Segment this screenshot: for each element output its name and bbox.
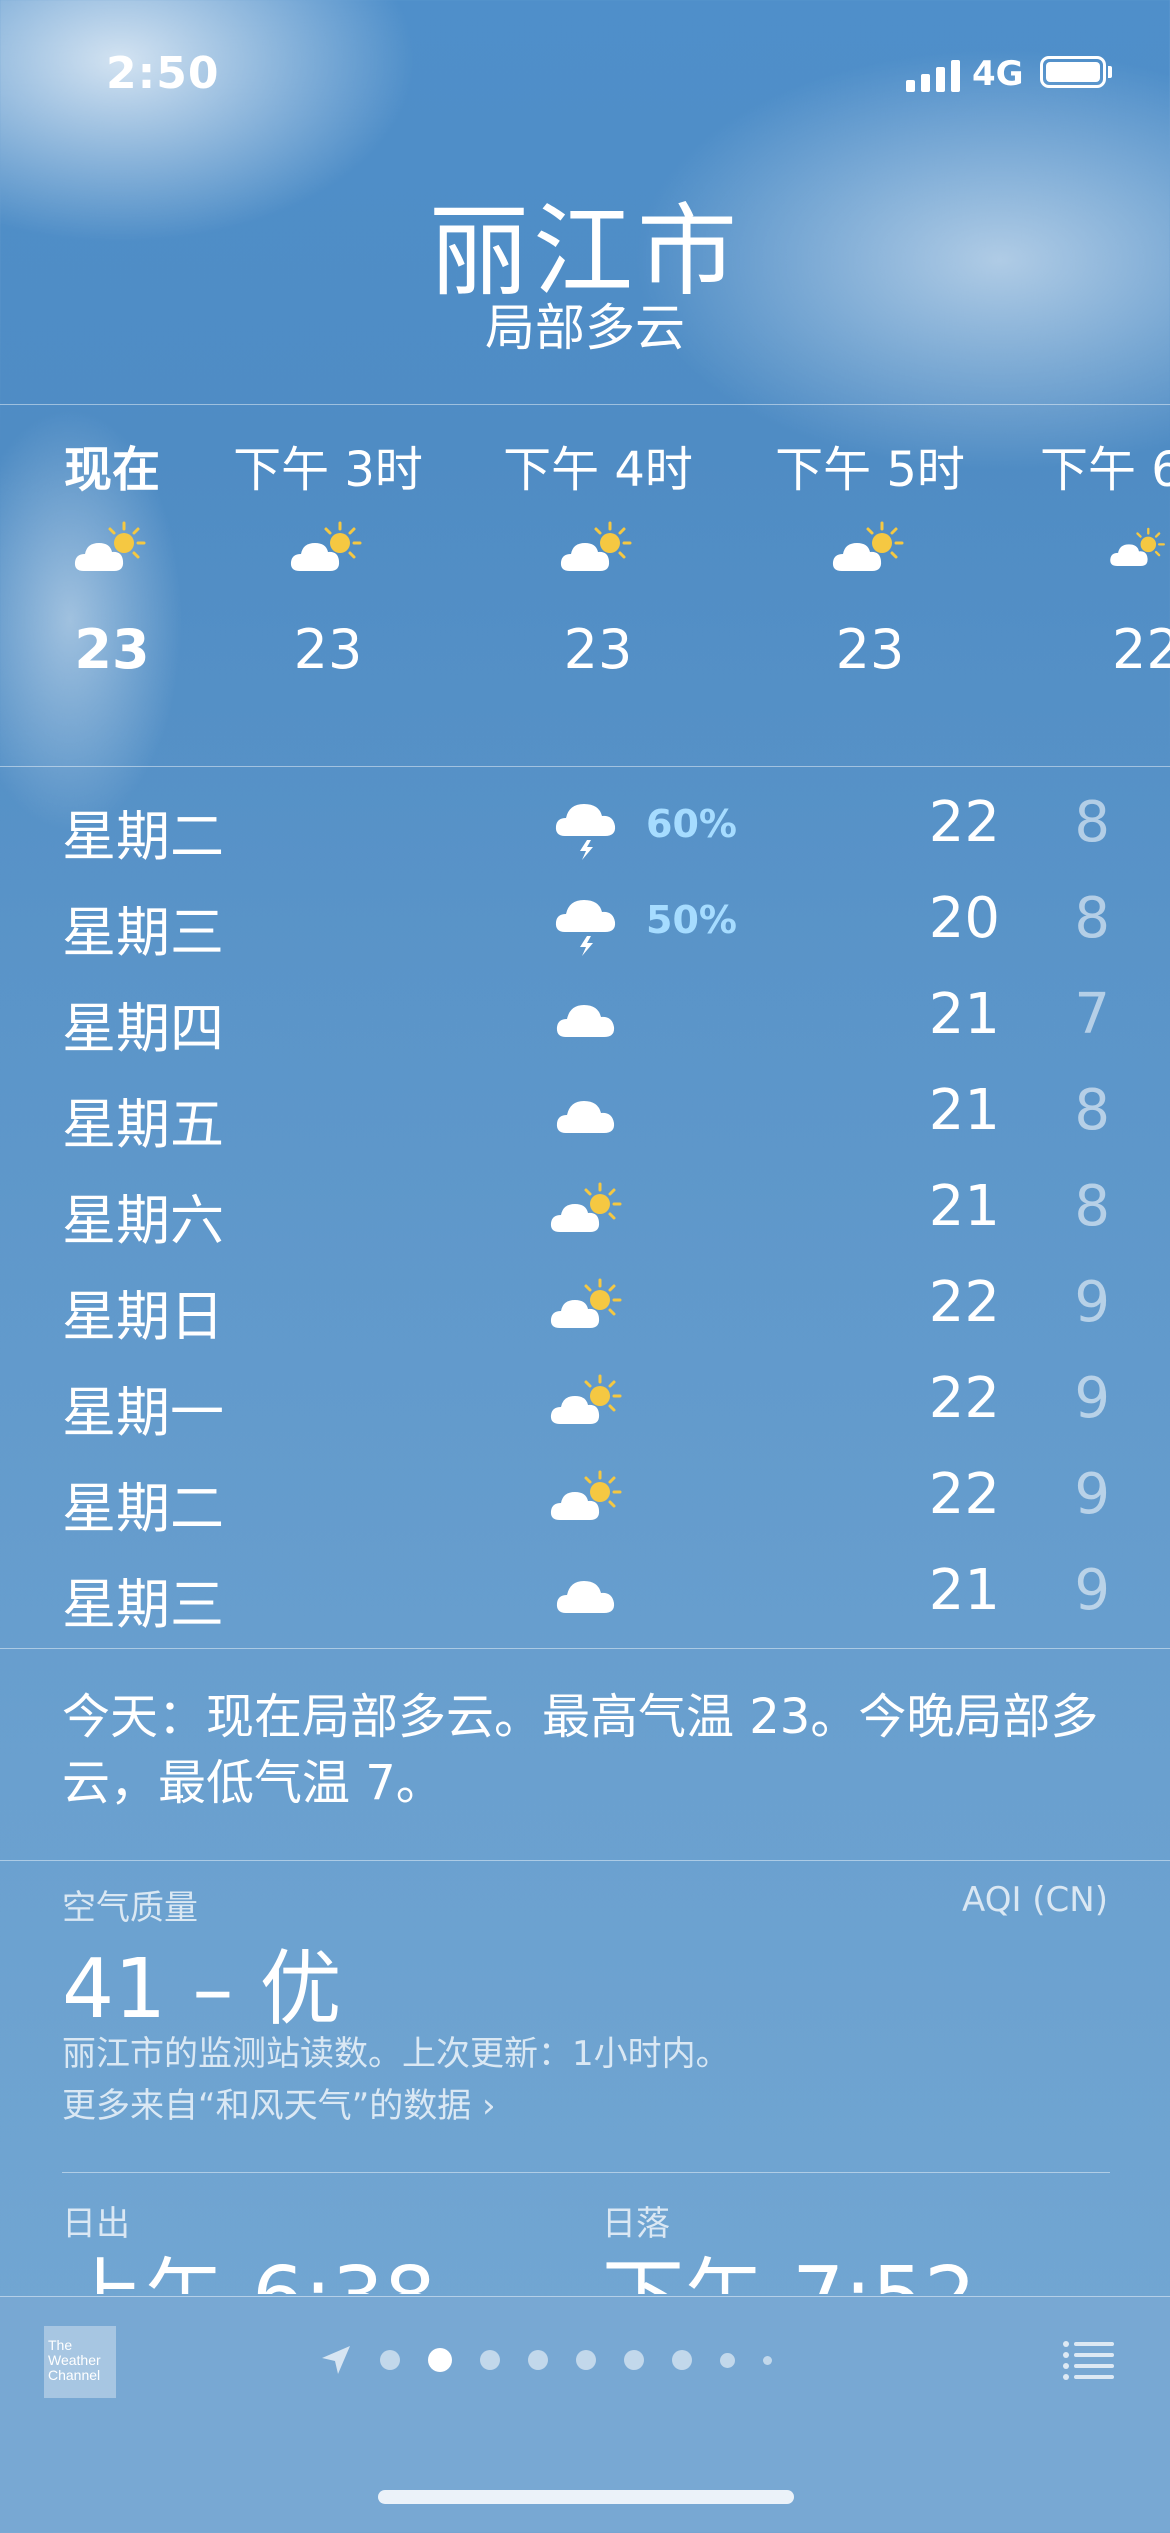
list-icon[interactable] — [1062, 2340, 1114, 2380]
network-type: 4G — [972, 54, 1024, 94]
high-temp: 21 — [928, 1174, 1000, 1239]
sunrise-time: 上午 6:38 — [62, 2230, 436, 2294]
low-temp: 9 — [1074, 1270, 1110, 1335]
cloud-icon — [548, 978, 628, 1058]
aqi-more-data-link[interactable]: 更多来自“和风天气”的数据 › — [62, 2078, 496, 2127]
page-dot[interactable] — [624, 2350, 644, 2370]
aqi-standard: AQI (CN) — [962, 1880, 1108, 1920]
high-temp: 22 — [928, 1270, 1000, 1335]
current-condition: 局部多云 — [485, 299, 685, 357]
page-dot[interactable] — [480, 2350, 500, 2370]
battery-tip — [1108, 66, 1112, 78]
weather-channel-logo[interactable]: The Weather Channel — [44, 2326, 116, 2398]
cloud-icon — [548, 1074, 628, 1154]
partly-sunny-icon — [12, 494, 212, 604]
aqi-value: 41 – 优 — [62, 1942, 342, 2037]
partly-sunny-icon — [498, 494, 698, 604]
low-temp: 8 — [1074, 1078, 1110, 1143]
page-dot[interactable] — [380, 2350, 400, 2370]
battery-icon — [1040, 56, 1106, 88]
day-name: 星期二 — [62, 805, 224, 868]
day-name: 星期六 — [62, 1189, 224, 1252]
hour-temp: 23 — [293, 618, 363, 681]
divider — [62, 2172, 1110, 2173]
partly-sunny-icon — [548, 1170, 628, 1250]
high-temp: 22 — [928, 1366, 1000, 1431]
page-dot-active[interactable] — [428, 2348, 452, 2372]
precip-chance: 60% — [646, 802, 737, 846]
partly-sunny-icon — [770, 494, 970, 604]
status-time: 2:50 — [106, 48, 220, 99]
daily-row: 星期四 21 7 — [0, 970, 1170, 1066]
hour-label: 下午 6时 — [1040, 442, 1170, 498]
partly-sunny-icon — [548, 1362, 628, 1442]
location-arrow-icon — [322, 2346, 350, 2374]
hour-temp: 22 — [1112, 618, 1170, 681]
hourly-item: 下午 3时 23 — [228, 430, 428, 681]
high-temp: 22 — [928, 1462, 1000, 1527]
divider — [0, 1860, 1170, 1861]
day-name: 星期五 — [62, 1093, 224, 1156]
cloud-icon — [548, 1554, 628, 1634]
high-temp: 22 — [928, 790, 1000, 855]
hourly-item: 下午 6时 22 — [1040, 430, 1170, 681]
page-dot[interactable] — [576, 2350, 596, 2370]
daily-row: 星期二 22 9 — [0, 1450, 1170, 1546]
cellular-signal-icon — [906, 58, 962, 92]
high-temp: 21 — [928, 982, 1000, 1047]
day-name: 星期三 — [62, 1573, 224, 1636]
divider — [0, 1648, 1170, 1649]
low-temp: 7 — [1074, 982, 1110, 1047]
page-dot[interactable] — [672, 2350, 692, 2370]
partly-sunny-icon — [548, 1266, 628, 1346]
hourly-item: 现在 23 — [12, 430, 212, 681]
hour-label: 下午 3时 — [233, 442, 423, 498]
day-name: 星期二 — [62, 1477, 224, 1540]
hour-temp: 23 — [835, 618, 905, 681]
divider — [0, 766, 1170, 767]
page-dot[interactable] — [528, 2350, 548, 2370]
partly-sunny-icon — [548, 1458, 628, 1538]
high-temp: 20 — [928, 886, 1000, 951]
thunderstorm-icon — [548, 882, 628, 962]
home-indicator[interactable] — [378, 2490, 794, 2504]
day-name: 星期四 — [62, 997, 224, 1060]
high-temp: 21 — [928, 1558, 1000, 1623]
page-dot[interactable] — [720, 2352, 735, 2368]
partly-sunny-icon — [228, 494, 428, 604]
page-indicator[interactable] — [320, 2340, 772, 2380]
precip-chance: 50% — [646, 898, 737, 942]
sunset-time: 下午 7:52 — [602, 2230, 976, 2294]
divider — [0, 404, 1170, 405]
low-temp: 9 — [1074, 1366, 1110, 1431]
hour-temp: 23 — [74, 618, 150, 681]
day-name: 星期三 — [62, 901, 224, 964]
daily-row: 星期二 60% 22 8 — [0, 778, 1170, 874]
thunderstorm-icon — [548, 786, 628, 866]
day-name: 星期一 — [62, 1381, 224, 1444]
daily-row: 星期六 21 8 — [0, 1162, 1170, 1258]
day-name: 星期日 — [62, 1285, 224, 1348]
hour-label: 现在 — [63, 442, 160, 498]
today-summary: 今天：现在局部多云。最高气温 23。今晚局部多云，最低气温 7。 — [62, 1689, 1099, 1811]
hour-temp: 23 — [563, 618, 633, 681]
daily-row: 星期三 50% 20 8 — [0, 874, 1170, 970]
daily-row: 星期日 22 9 — [0, 1258, 1170, 1354]
low-temp: 9 — [1074, 1462, 1110, 1527]
daily-row: 星期三 21 9 — [0, 1546, 1170, 1642]
daily-row: 星期一 22 9 — [0, 1354, 1170, 1450]
hour-label: 下午 5时 — [775, 442, 965, 498]
page-dot[interactable] — [763, 2355, 772, 2365]
aqi-description: 丽江市的监测站读数。上次更新：1小时内。 — [62, 2034, 730, 2074]
low-temp: 8 — [1074, 886, 1110, 951]
hourly-item: 下午 5时 23 — [770, 430, 970, 681]
low-temp: 8 — [1074, 790, 1110, 855]
high-temp: 21 — [928, 1078, 1000, 1143]
daily-row: 星期五 21 8 — [0, 1066, 1170, 1162]
low-temp: 8 — [1074, 1174, 1110, 1239]
low-temp: 9 — [1074, 1558, 1110, 1623]
hour-label: 下午 4时 — [503, 442, 693, 498]
hourly-item: 下午 4时 23 — [498, 430, 698, 681]
partly-sunny-icon — [1040, 494, 1170, 604]
